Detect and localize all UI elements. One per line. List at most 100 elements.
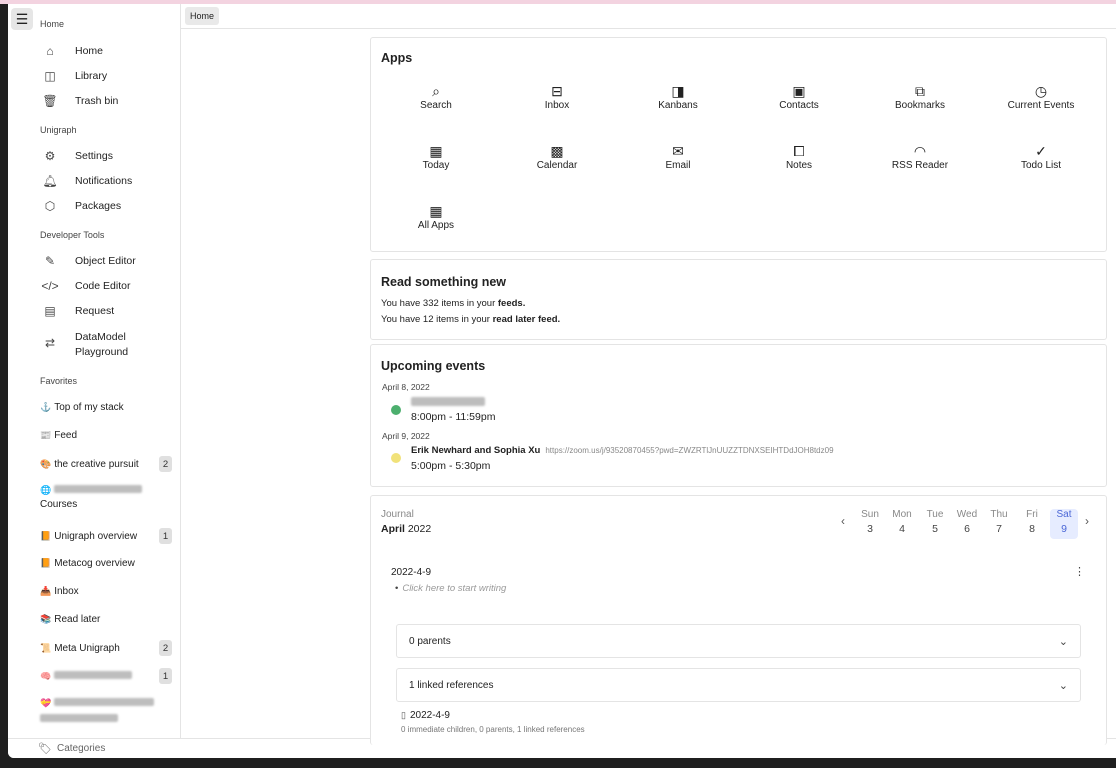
favorite-item[interactable]: 📙 Unigraph overview 1 — [40, 527, 172, 545]
reference-title: 2022-4-9 — [409, 710, 450, 721]
app-today[interactable]: ▦ Today — [386, 143, 486, 171]
favorite-item[interactable]: 📙 Metacog overview — [40, 556, 172, 570]
journal-label: Journal — [381, 509, 414, 520]
event-title[interactable] — [411, 397, 485, 409]
favorite-label: Inbox — [54, 585, 79, 597]
event-time: 8:00pm - 11:59pm — [411, 411, 496, 423]
sidebar-item-trash[interactable]: 🗑 Trash bin — [40, 90, 180, 112]
trash-icon: 🗑 — [42, 94, 58, 108]
books-icon: 📚 — [40, 613, 52, 624]
feeds-link[interactable]: feeds. — [498, 298, 525, 309]
request-icon: ▤ — [44, 304, 56, 318]
chevron-right-icon[interactable]: › — [1085, 514, 1089, 528]
linked-references-label: 1 linked references — [409, 679, 494, 691]
day-wed[interactable]: Wed 6 — [953, 509, 981, 539]
sidebar-item-packages[interactable]: ⬡ Packages — [40, 195, 180, 217]
journal-month: April 2022 — [381, 523, 431, 535]
sidebar-item-code-editor[interactable]: </> Code Editor — [40, 275, 180, 297]
day-sun[interactable]: Sun 3 — [856, 509, 884, 539]
app-rss-reader[interactable]: ◠ RSS Reader — [870, 143, 970, 171]
sidebar-item-notifications[interactable]: 🔔︎ Notifications — [40, 170, 180, 192]
favorite-item[interactable]: 📥 Inbox — [40, 584, 172, 598]
journal-entry-title[interactable]: 2022-4-9 — [391, 567, 431, 578]
app-todo-list[interactable]: ✓ Todo List — [991, 143, 1091, 171]
linked-references-accordion[interactable]: 1 linked references ⌄ — [396, 668, 1081, 702]
day-fri[interactable]: Fri 8 — [1018, 509, 1046, 539]
apps-card: Apps ⌕ Search ⊟ Inbox ◨ Kanbans ▣ Contacts ⧉… — [370, 37, 1107, 252]
chevron-left-icon[interactable]: ‹ — [841, 514, 845, 528]
parents-accordion[interactable]: 0 parents ⌄ — [396, 624, 1081, 658]
app-notes[interactable]: ⧠ Notes — [749, 143, 849, 171]
favorite-item[interactable]: ⚓ Top of my stack — [40, 400, 172, 414]
count-badge: 1 — [159, 528, 172, 544]
gear-icon: ⚙ — [44, 149, 56, 163]
brain-icon: 🧠 — [40, 670, 52, 681]
parents-label: 0 parents — [409, 635, 451, 647]
more-options-icon[interactable]: ⋮ — [1074, 565, 1085, 578]
redacted-text — [54, 485, 143, 493]
app-contacts[interactable]: ▣ Contacts — [749, 83, 849, 111]
day-name: Wed — [956, 509, 978, 520]
sidebar: ☰ Home ⌂ Home ◫ Library 🗑 Trash bin Unigrap… — [8, 4, 181, 738]
app-label: Notes — [785, 160, 813, 171]
app-calendar[interactable]: ▩ Calendar — [507, 143, 607, 171]
day-thu[interactable]: Thu 7 — [985, 509, 1013, 539]
app-label: Search — [420, 100, 452, 111]
feeds-title: Read something new — [381, 275, 507, 289]
sidebar-item-object-editor[interactable]: ✎ Object Editor — [40, 250, 180, 272]
journal-editor[interactable]: • Click here to start writing — [395, 583, 506, 594]
favorite-item[interactable]: 📰 Feed — [40, 428, 172, 442]
app-label: Contacts — [779, 100, 819, 111]
hamburger-menu-icon[interactable]: ☰ — [11, 8, 33, 30]
code-icon: </> — [41, 279, 59, 293]
redacted-text — [411, 397, 485, 406]
chevron-down-icon: ⌄ — [1058, 636, 1068, 648]
day-number: 4 — [899, 523, 905, 535]
sidebar-item-settings[interactable]: ⚙ Settings — [40, 145, 180, 167]
app-search[interactable]: ⌕ Search — [386, 83, 486, 111]
tab-bar: Home — [181, 4, 1116, 29]
favorite-item[interactable]: 🧠 1 — [40, 667, 172, 685]
book-icon: 📙 — [40, 557, 52, 568]
day-name: Sat — [1056, 509, 1072, 520]
tab-home[interactable]: Home — [185, 7, 220, 25]
todo-icon: ✓ — [1035, 143, 1047, 159]
day-sat-selected[interactable]: Sat 9 — [1050, 509, 1078, 539]
sidebar-item-library[interactable]: ◫ Library — [40, 65, 180, 87]
sidebar-item-datamodel[interactable]: ⇄ DataModel Playground — [40, 330, 180, 364]
event-link[interactable]: https://zoom.us/j/93520870455?pwd=ZWZRTl… — [545, 446, 833, 455]
sidebar-item-request[interactable]: ▤ Request — [40, 300, 180, 322]
app-kanbans[interactable]: ◨ Kanbans — [628, 83, 728, 111]
bookmarks-icon: ⧉ — [915, 83, 925, 99]
favorite-item[interactable]: 🎨 the creative pursuit 2 — [40, 455, 172, 473]
app-current-events[interactable]: ◷ Current Events — [991, 83, 1091, 111]
app-label: RSS Reader — [891, 160, 949, 171]
favorite-item[interactable]: 📜 Meta Unigraph 2 — [40, 639, 172, 657]
event-title[interactable]: Erik Newhard and Sophia Xu https://zoom.u… — [411, 445, 834, 456]
day-name: Tue — [926, 509, 944, 520]
app-bookmarks[interactable]: ⧉ Bookmarks — [870, 83, 970, 111]
object-editor-icon: ✎ — [44, 254, 56, 268]
document-icon: ▯ — [401, 710, 406, 720]
sidebar-item-home[interactable]: ⌂ Home — [40, 40, 180, 62]
email-icon: ✉ — [672, 143, 684, 159]
favorite-item[interactable]: 📚 Read later — [40, 612, 172, 626]
reference-item[interactable]: ▯ 2022-4-9 — [401, 710, 450, 721]
tag-icon: 🏷︎ — [38, 743, 52, 755]
datamodel-icon: ⇄ — [44, 336, 56, 350]
day-mon[interactable]: Mon 4 — [888, 509, 916, 539]
apps-title: Apps — [381, 51, 413, 65]
home-icon: ⌂ — [46, 44, 54, 58]
app-inbox[interactable]: ⊟ Inbox — [507, 83, 607, 111]
app-all-apps[interactable]: ▦ All Apps — [386, 203, 486, 231]
day-number: 3 — [867, 523, 873, 535]
app-email[interactable]: ✉ Email — [628, 143, 728, 171]
rss-icon: ◠ — [913, 143, 927, 159]
book-icon: 📙 — [40, 530, 52, 541]
favorite-item[interactable]: 🌐 Courses — [40, 485, 172, 515]
read-later-link[interactable]: read later feed. — [493, 314, 561, 325]
day-tue[interactable]: Tue 5 — [921, 509, 949, 539]
favorite-item[interactable]: 💝 — [40, 698, 172, 726]
calendar-icon: ▩ — [550, 143, 564, 159]
bullet-icon: • — [395, 583, 399, 594]
